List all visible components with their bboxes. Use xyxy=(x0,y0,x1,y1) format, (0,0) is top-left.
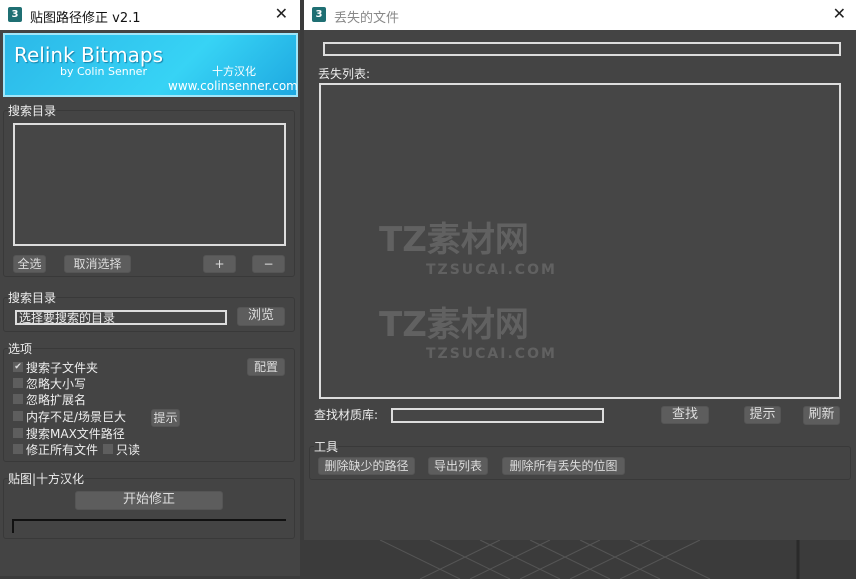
app-3dsmax-icon: 3 xyxy=(312,7,326,22)
fix-all-files-checkbox[interactable] xyxy=(13,444,23,454)
banner: Relink Bitmaps by Colin Senner 十方汉化 www.… xyxy=(3,33,298,97)
config-button[interactable]: 配置 xyxy=(247,358,285,376)
window-title: 贴图路径修正 v2.1 xyxy=(30,11,141,26)
title-bar: 3 贴图路径修正 v2.1 ✕ xyxy=(0,0,300,30)
add-dir-button[interactable]: + xyxy=(203,255,236,273)
close-icon[interactable]: ✕ xyxy=(275,4,288,23)
ignore-extension-label: 忽略扩展名 xyxy=(26,393,87,407)
export-list-button[interactable]: 导出列表 xyxy=(428,457,488,475)
refresh-button[interactable]: 刷新 xyxy=(803,406,840,425)
progress-bar xyxy=(12,519,286,533)
tools-label: 工具 xyxy=(314,438,339,455)
ignore-case-label: 忽略大小写 xyxy=(26,377,87,391)
readonly-checkbox[interactable] xyxy=(103,444,113,454)
readonly-label: 只读 xyxy=(116,443,141,457)
remove-dir-button[interactable]: − xyxy=(252,255,285,273)
search-max-paths-checkbox[interactable] xyxy=(13,428,23,438)
memory-hint-button[interactable]: 提示 xyxy=(151,409,180,427)
search-subfolders-checkbox[interactable]: ✔ xyxy=(13,362,23,372)
ignore-case-checkbox[interactable] xyxy=(13,378,23,388)
close-icon[interactable]: ✕ xyxy=(833,4,846,23)
search-dir-label: 搜索目录 xyxy=(8,289,57,306)
delete-missing-paths-button[interactable]: 删除缺少的路径 xyxy=(318,457,415,475)
banner-author: by Colin Senner xyxy=(60,65,147,78)
search-subfolders-label: 搜索子文件夹 xyxy=(26,361,99,375)
run-group-label: 贴图|十方汉化 xyxy=(8,470,85,487)
missing-files-window: 3 丢失的文件 ✕ 丢失列表: 查找材质库: 查找 提示 刷新 工具 删除缺少的… xyxy=(304,0,856,540)
app-3dsmax-icon: 3 xyxy=(8,7,22,22)
missing-files-list[interactable] xyxy=(319,83,841,399)
relink-bitmaps-window: 3 贴图路径修正 v2.1 ✕ Relink Bitmaps by Colin … xyxy=(0,0,300,576)
title-bar: 3 丢失的文件 ✕ xyxy=(304,0,856,30)
delete-all-missing-bitmaps-button[interactable]: 删除所有丢失的位图 xyxy=(502,457,625,475)
search-dirs-label: 搜索目录 xyxy=(8,102,57,119)
banner-translator: 十方汉化 xyxy=(212,65,256,78)
search-dir-input[interactable]: 选择要搜索的目录 xyxy=(15,310,227,325)
fix-all-files-label: 修正所有文件 xyxy=(26,443,99,457)
deselect-button[interactable]: 取消选择 xyxy=(64,255,131,273)
browse-button[interactable]: 浏览 xyxy=(237,307,285,326)
start-fix-button[interactable]: 开始修正 xyxy=(75,491,223,510)
missing-list-label: 丢失列表: xyxy=(318,67,371,81)
select-all-button[interactable]: 全选 xyxy=(13,255,46,273)
find-button[interactable]: 查找 xyxy=(661,406,709,424)
low-memory-label: 内存不足/场景巨大 xyxy=(26,410,127,424)
window-title: 丢失的文件 xyxy=(334,11,400,26)
material-lib-input[interactable] xyxy=(391,408,604,423)
low-memory-checkbox[interactable] xyxy=(13,411,23,421)
search-dirs-list[interactable] xyxy=(13,123,286,246)
options-label: 选项 xyxy=(8,340,33,357)
hint-button[interactable]: 提示 xyxy=(744,406,781,424)
status-field xyxy=(323,42,841,56)
banner-title: Relink Bitmaps xyxy=(14,43,164,67)
search-max-paths-label: 搜索MAX文件路径 xyxy=(26,427,125,441)
material-lib-label: 查找材质库: xyxy=(314,408,379,422)
banner-url: www.colinsenner.com xyxy=(168,79,298,93)
ignore-extension-checkbox[interactable] xyxy=(13,394,23,404)
